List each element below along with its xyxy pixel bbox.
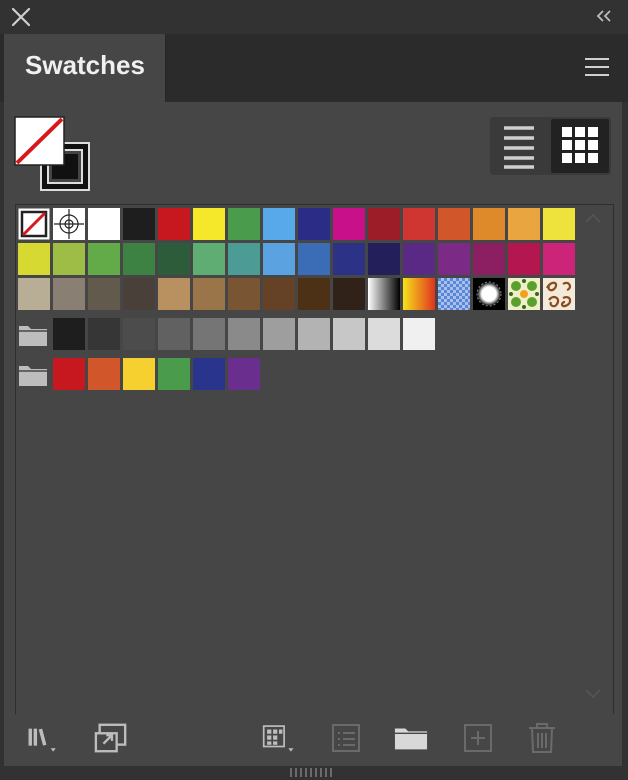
view-toggle [490,117,611,175]
swatch[interactable] [473,243,505,275]
swatch[interactable] [298,278,330,310]
place-swatches-icon[interactable] [94,722,128,754]
group-swatch[interactable] [88,318,120,350]
close-icon[interactable] [10,6,32,28]
swatch[interactable] [438,243,470,275]
group-swatch[interactable] [88,358,120,390]
group-swatch[interactable] [368,318,400,350]
group-swatch[interactable] [228,358,260,390]
swatch[interactable] [123,243,155,275]
swatch[interactable] [193,243,225,275]
panel-title-bar [0,0,628,34]
swatch[interactable] [158,243,190,275]
swatch-registration[interactable] [53,208,85,240]
group-swatch[interactable] [228,318,260,350]
group-swatch[interactable] [123,358,155,390]
new-color-group-icon[interactable] [394,722,428,754]
fill-swatch[interactable] [14,116,65,166]
swatch[interactable] [333,243,365,275]
swatch-kind-menu-icon[interactable] [262,722,296,754]
group-swatch[interactable] [158,358,190,390]
group-swatch[interactable] [263,318,295,350]
resize-grip-icon[interactable] [288,766,338,780]
swatch[interactable] [158,208,190,240]
double-chevron-left-icon[interactable] [594,8,614,24]
swatch-gradient-orange[interactable] [403,278,435,310]
swatch[interactable] [193,278,225,310]
swatch-options-icon[interactable] [330,722,364,754]
swatch[interactable] [508,208,540,240]
swatch[interactable] [53,243,85,275]
swatch[interactable] [123,208,155,240]
swatch[interactable] [543,243,575,275]
swatch-pattern-swirl[interactable] [543,278,575,310]
swatch-none[interactable] [18,208,50,240]
swatch-pattern-checker[interactable] [438,278,470,310]
group-swatch[interactable] [53,358,85,390]
swatch-pattern-leaf[interactable] [508,278,540,310]
swatch[interactable] [228,208,260,240]
swatch[interactable] [298,243,330,275]
swatch[interactable] [123,278,155,310]
swatch[interactable] [228,278,260,310]
fill-stroke-indicator[interactable] [14,116,92,192]
group-swatch[interactable] [193,358,225,390]
folder-icon[interactable] [18,362,48,388]
group-swatch[interactable] [158,318,190,350]
scroll-down-icon[interactable] [584,688,602,700]
swatch[interactable] [88,278,120,310]
swatch[interactable] [403,208,435,240]
swatch[interactable] [193,208,225,240]
grid-view-icon[interactable] [551,119,609,173]
swatch[interactable] [263,278,295,310]
swatch-gradient-bw[interactable] [368,278,400,310]
list-view-icon[interactable] [490,117,548,175]
swatch[interactable] [508,243,540,275]
group-swatch[interactable] [123,318,155,350]
swatch[interactable] [88,243,120,275]
swatch[interactable] [438,208,470,240]
swatch[interactable] [53,278,85,310]
scroll-up-icon[interactable] [584,212,602,224]
swatches-panel: Swatches [0,0,628,780]
swatch[interactable] [333,208,365,240]
group-swatch[interactable] [333,318,365,350]
swatch[interactable] [263,208,295,240]
hamburger-menu-icon[interactable] [584,57,610,77]
swatch[interactable] [473,208,505,240]
group-swatch[interactable] [298,318,330,350]
folder-icon[interactable] [18,322,48,348]
group-swatch[interactable] [193,318,225,350]
swatch[interactable] [88,208,120,240]
libraries-icon[interactable] [26,722,60,754]
swatch[interactable] [158,278,190,310]
tab-swatches[interactable]: Swatches [4,34,166,102]
swatch[interactable] [18,278,50,310]
swatch[interactable] [298,208,330,240]
group-swatch[interactable] [53,318,85,350]
swatch[interactable] [543,208,575,240]
swatch-gradient-radial[interactable] [473,278,505,310]
tab-label: Swatches [25,50,145,80]
new-swatch-icon[interactable] [462,722,496,754]
group-swatch[interactable] [403,318,435,350]
swatch[interactable] [333,278,365,310]
swatch[interactable] [403,243,435,275]
swatch[interactable] [228,243,260,275]
swatch[interactable] [368,208,400,240]
trash-icon[interactable] [525,722,559,754]
swatch[interactable] [263,243,295,275]
swatch[interactable] [18,243,50,275]
swatch[interactable] [368,243,400,275]
